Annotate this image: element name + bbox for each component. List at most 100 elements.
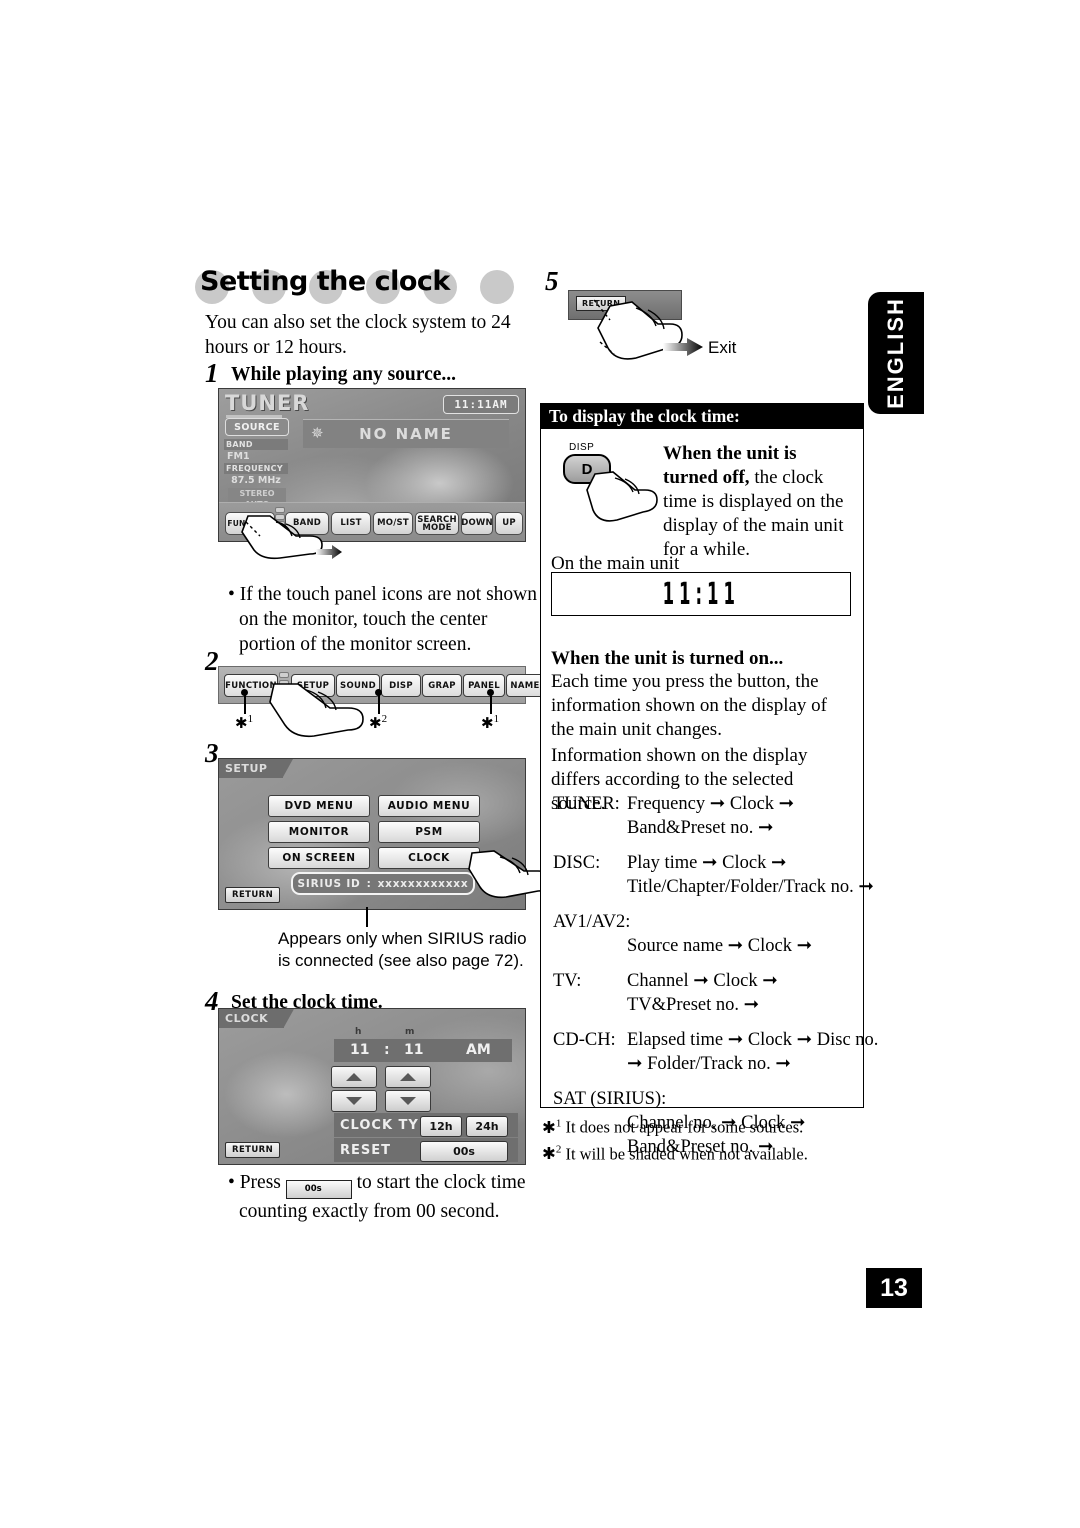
page-title: Setting the clock bbox=[200, 266, 450, 297]
sirius-caption: Appears only when SIRIUS radio is connec… bbox=[278, 929, 527, 970]
manual-page: Setting the clock You can also set the c… bbox=[0, 0, 1080, 1528]
dvd-menu-button[interactable]: DVD MENU bbox=[268, 795, 370, 817]
chevron-up-icon bbox=[400, 1073, 416, 1081]
toolbar-grap-button[interactable]: GRAP bbox=[422, 674, 462, 697]
search-mode-button[interactable]: SEARCH MODE bbox=[415, 512, 459, 535]
time-display-field: 11 : 11 AM bbox=[334, 1039, 512, 1062]
reset-00s-button[interactable]: 00s bbox=[420, 1141, 508, 1162]
callout-line-name bbox=[490, 693, 492, 714]
tuner-clock-display: 11:11AM bbox=[443, 395, 519, 414]
footnote-2-text: It will be shaded when not available. bbox=[565, 1144, 808, 1163]
callout-label-function: ✱1 bbox=[235, 713, 254, 732]
clock-screen: CLOCK h m 11 : 11 AM CLOCK TYPE 12h 24h … bbox=[218, 1008, 526, 1165]
source-button[interactable]: SOURCE bbox=[225, 418, 289, 436]
sirius-id-value: xxxxxxxxxxxx bbox=[377, 877, 469, 890]
source-row-disc: DISC: Play time ➞ Clock ➞ Title/Chapter/… bbox=[553, 851, 874, 899]
monitor-button[interactable]: MONITOR bbox=[268, 821, 370, 843]
step-1-label: While playing any source... bbox=[231, 364, 457, 385]
source-name: TV: bbox=[553, 971, 582, 991]
psm-button[interactable]: PSM bbox=[378, 821, 480, 843]
source-flow: Play time ➞ Clock ➞ Title/Chapter/Folder… bbox=[627, 853, 874, 897]
clock-type-12h-button[interactable]: 12h bbox=[420, 1116, 462, 1137]
time-separator: : bbox=[384, 1042, 390, 1058]
clock-return-button[interactable]: RETURN bbox=[225, 1142, 281, 1158]
band-label: BAND bbox=[224, 439, 288, 450]
source-row-tuner: TUNER: Frequency ➞ Clock ➞ Band&Preset n… bbox=[553, 792, 853, 840]
hour-up-button[interactable] bbox=[331, 1066, 377, 1088]
minute-unit-label: m bbox=[405, 1027, 415, 1037]
reset-note: • Press 00s to start the clock time coun… bbox=[228, 1170, 544, 1224]
clock-type-24h-button[interactable]: 24h bbox=[466, 1116, 508, 1137]
footnote-1: ✱1 It does not appear for some sources. bbox=[542, 1117, 804, 1137]
touch-panel-note: • If the touch panel icons are not shown… bbox=[228, 584, 537, 655]
inline-00s-button: 00s bbox=[285, 1180, 352, 1199]
hand-pointer-icon bbox=[240, 512, 335, 574]
hand-pointer-setup-icon bbox=[268, 678, 378, 746]
clock-button[interactable]: CLOCK bbox=[378, 847, 480, 869]
callout-line-function bbox=[244, 693, 246, 714]
hand-pointer-return-icon bbox=[592, 298, 688, 368]
callout-line-disp bbox=[378, 693, 380, 714]
footnote-1-text: It does not appear for some sources. bbox=[565, 1117, 804, 1137]
disp-key-caption: DISP bbox=[569, 442, 595, 453]
toolbar-name-button[interactable]: NAME bbox=[506, 674, 544, 697]
exit-arrow-icon bbox=[663, 338, 703, 356]
step-1-number: 1 bbox=[205, 358, 219, 388]
mo-st-button[interactable]: MO/ST bbox=[373, 512, 413, 535]
exit-label: Exit bbox=[708, 338, 737, 357]
language-tab-label: ENGLISH bbox=[883, 297, 908, 409]
unit-on-bold: When the unit is turned on... bbox=[551, 648, 784, 669]
main-unit-display: 11:11 bbox=[551, 572, 851, 616]
source-flow: Channel ➞ Clock ➞ TV&Preset no. ➞ bbox=[627, 971, 778, 1015]
up-button[interactable]: UP bbox=[495, 512, 523, 535]
sirius-callout-line bbox=[366, 907, 368, 927]
audio-menu-button[interactable]: AUDIO MENU bbox=[378, 795, 480, 817]
callout-label-name: ✱1 bbox=[481, 713, 500, 732]
frequency-value: 87.5 MHz bbox=[231, 474, 281, 486]
chevron-up-icon bbox=[346, 1073, 362, 1081]
antenna-icon: ✵ bbox=[311, 424, 326, 442]
source-row-av: AV1/AV2: Source name ➞ Clock ➞ bbox=[553, 910, 853, 958]
hour-unit-label: h bbox=[355, 1027, 362, 1037]
meridiem-value: AM bbox=[466, 1042, 491, 1058]
minute-value: 11 bbox=[404, 1042, 424, 1058]
sirius-id-label: SIRIUS ID bbox=[297, 877, 361, 890]
minute-down-button[interactable] bbox=[385, 1090, 431, 1112]
sirius-id-field: SIRIUS ID : xxxxxxxxxxxx bbox=[291, 872, 475, 895]
section-title-block: Setting the clock bbox=[195, 266, 540, 308]
footnote-2: ✱2 It will be shaded when not available. bbox=[542, 1143, 808, 1164]
setup-return-button[interactable]: RETURN bbox=[225, 887, 281, 903]
toolbar-disp-button[interactable]: DISP bbox=[381, 674, 421, 697]
source-name: SAT (SIRIUS): bbox=[553, 1089, 667, 1109]
source-name: CD-CH: bbox=[553, 1030, 616, 1050]
setup-screen-tab: SETUP bbox=[219, 759, 294, 778]
list-button[interactable]: LIST bbox=[331, 512, 371, 535]
hour-value: 11 bbox=[350, 1042, 370, 1058]
frequency-label: FREQUENCY bbox=[224, 463, 288, 474]
page-number: 13 bbox=[866, 1268, 922, 1308]
toolbar-panel-button[interactable]: PANEL bbox=[463, 674, 505, 697]
source-name: TUNER: bbox=[553, 794, 620, 814]
reset-note-post: to start the clock time counting exactly… bbox=[239, 1172, 526, 1222]
source-name: DISC: bbox=[553, 853, 601, 873]
source-flow: Source name ➞ Clock ➞ bbox=[627, 936, 813, 956]
language-tab: ENGLISH bbox=[868, 292, 924, 414]
source-row-cdch: CD-CH: Elapsed time ➞ Clock ➞ Disc no. ➞… bbox=[553, 1028, 878, 1076]
chevron-down-icon bbox=[400, 1097, 416, 1105]
station-name-display: ✵ NO NAME bbox=[303, 419, 509, 448]
flow-arrow-icon bbox=[316, 545, 342, 564]
step-2-number: 2 bbox=[205, 646, 219, 676]
source-name: AV1/AV2: bbox=[553, 912, 631, 932]
hand-pointer-disp-icon bbox=[585, 468, 661, 530]
stereo-indicator: STEREO bbox=[228, 488, 286, 499]
clock-screen-tab: CLOCK bbox=[219, 1009, 295, 1028]
main-unit-time: 11:11 bbox=[662, 576, 740, 612]
source-flow: Frequency ➞ Clock ➞ Band&Preset no. ➞ bbox=[627, 794, 795, 838]
hour-down-button[interactable] bbox=[331, 1090, 377, 1112]
down-button[interactable]: DOWN bbox=[461, 512, 493, 535]
source-flow: Elapsed time ➞ Clock ➞ Disc no. ➞ Folder… bbox=[627, 1030, 879, 1074]
source-display-list: TUNER: Frequency ➞ Clock ➞ Band&Preset n… bbox=[553, 792, 878, 1159]
minute-up-button[interactable] bbox=[385, 1066, 431, 1088]
on-screen-button[interactable]: ON SCREEN bbox=[268, 847, 370, 869]
clock-display-info-box: To display the clock time: DISP D When t… bbox=[540, 403, 878, 1157]
